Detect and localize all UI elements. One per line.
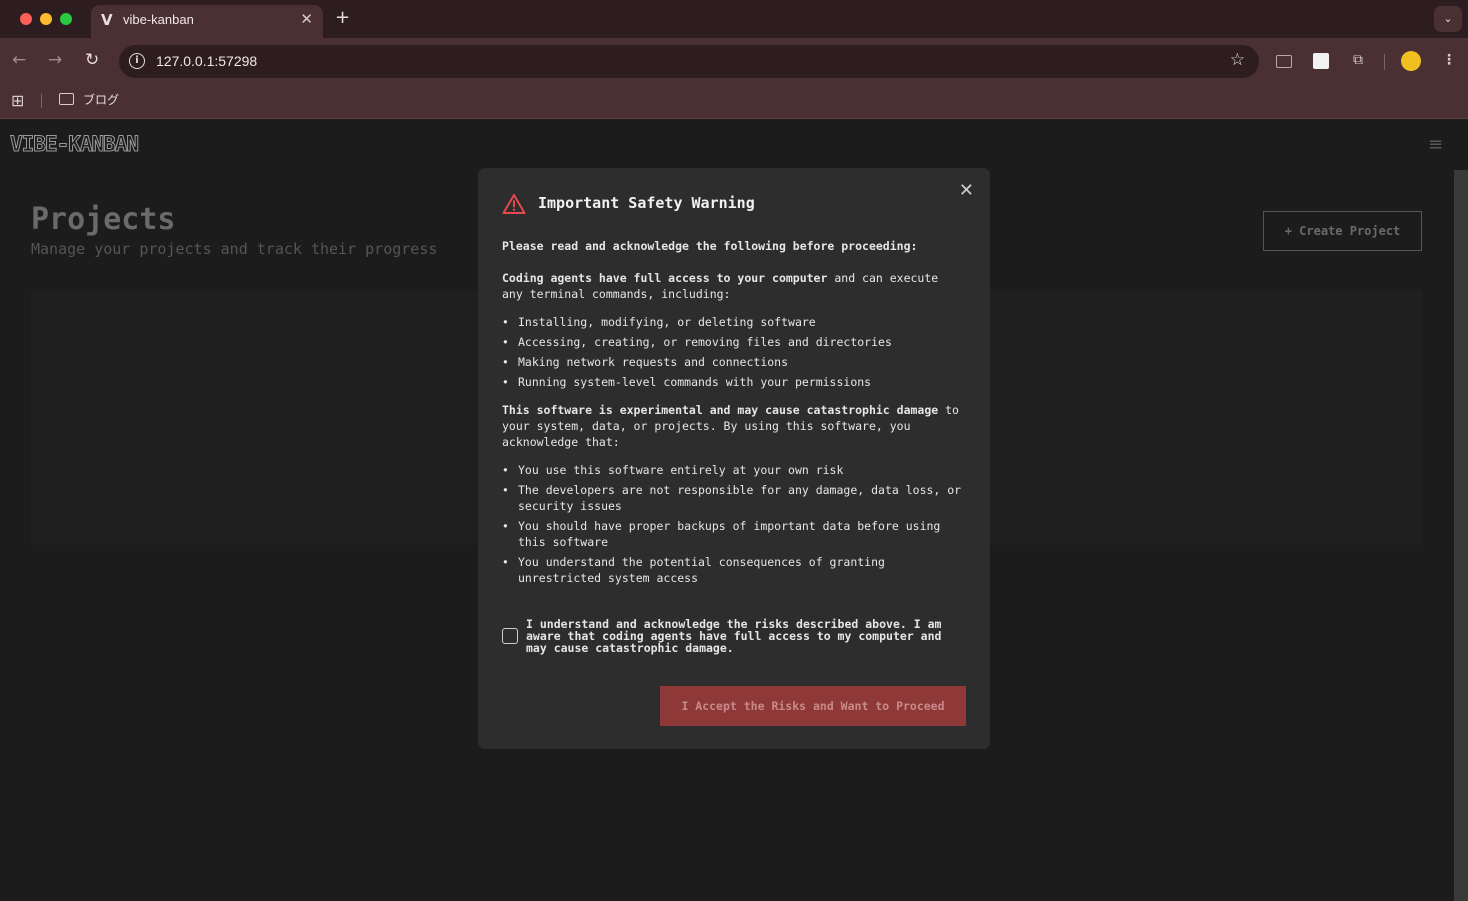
browser-tab[interactable]: V vibe-kanban ✕ [91,5,323,38]
bookmarks-divider [41,94,42,108]
maximize-window-button[interactable] [60,13,72,25]
browser-toolbar: ← → ↻ i 127.0.0.1:57298 ☆ ⧉ ⋮ [0,38,1468,85]
bookmark-folder-label[interactable]: ブログ [83,91,119,108]
forward-arrow-icon[interactable]: → [48,50,62,70]
reload-icon[interactable]: ↻ [85,50,99,70]
favicon-icon: V [101,11,113,29]
acknowledgements-list: You use this software entirely at your o… [502,462,964,586]
list-item: You understand the potential consequence… [502,554,964,586]
experimental-paragraph: This software is experimental and may ca… [502,402,964,450]
list-item: Making network requests and connections [502,354,964,370]
close-window-button[interactable] [20,13,32,25]
profile-avatar[interactable] [1401,51,1421,71]
dialog-body: Please read and acknowledge the followin… [502,238,964,598]
extensions-puzzle-icon[interactable]: ⧉ [1349,52,1367,70]
capabilities-list: Installing, modifying, or deleting softw… [502,314,964,390]
close-icon[interactable]: ✕ [959,180,974,201]
browser-tab-bar: V vibe-kanban ✕ + ⌄ [0,0,1468,38]
tab-search-icon[interactable]: ⌄ [1434,6,1462,32]
list-item: You use this software entirely at your o… [502,462,964,478]
bookmark-star-icon[interactable]: ☆ [1230,50,1245,70]
address-bar[interactable]: i 127.0.0.1:57298 ☆ [119,45,1259,78]
minimize-window-button[interactable] [40,13,52,25]
acknowledge-label[interactable]: I understand and acknowledge the risks d… [526,618,966,654]
extension-icon[interactable] [1313,53,1329,69]
tab-title: vibe-kanban [123,12,194,27]
dialog-title: Important Safety Warning [538,194,755,212]
acknowledge-checkbox[interactable] [502,628,518,644]
accept-risks-button[interactable]: I Accept the Risks and Want to Proceed [660,686,966,726]
list-item: You should have proper backups of import… [502,518,964,550]
apps-grid-icon[interactable]: ⊞ [11,91,24,110]
folder-icon[interactable] [59,93,74,105]
bookmarks-bar: ⊞ ブログ [0,85,1468,119]
back-arrow-icon[interactable]: ← [12,50,26,70]
list-item: Accessing, creating, or removing files a… [502,334,964,350]
list-item: Installing, modifying, or deleting softw… [502,314,964,330]
safety-warning-dialog: ✕ Important Safety Warning Please read a… [478,168,990,749]
site-info-icon[interactable]: i [129,53,145,69]
toolbar-divider [1384,54,1385,70]
app-viewport: VIBE-KANBAN ≡ Projects Manage your proje… [0,120,1468,901]
dialog-intro: Please read and acknowledge the followin… [502,239,918,253]
url-text[interactable]: 127.0.0.1:57298 [156,53,257,69]
access-bold-text: Coding agents have full access to your c… [502,271,828,285]
list-item: The developers are not responsible for a… [502,482,964,514]
extension-icon[interactable] [1276,55,1292,68]
list-item: Running system-level commands with your … [502,374,964,390]
warning-triangle-icon [502,194,526,214]
experimental-bold-text: This software is experimental and may ca… [502,403,939,417]
new-tab-icon[interactable]: + [335,7,350,28]
more-menu-icon[interactable]: ⋮ [1440,52,1458,70]
access-paragraph: Coding agents have full access to your c… [502,270,964,302]
close-tab-icon[interactable]: ✕ [300,10,313,28]
